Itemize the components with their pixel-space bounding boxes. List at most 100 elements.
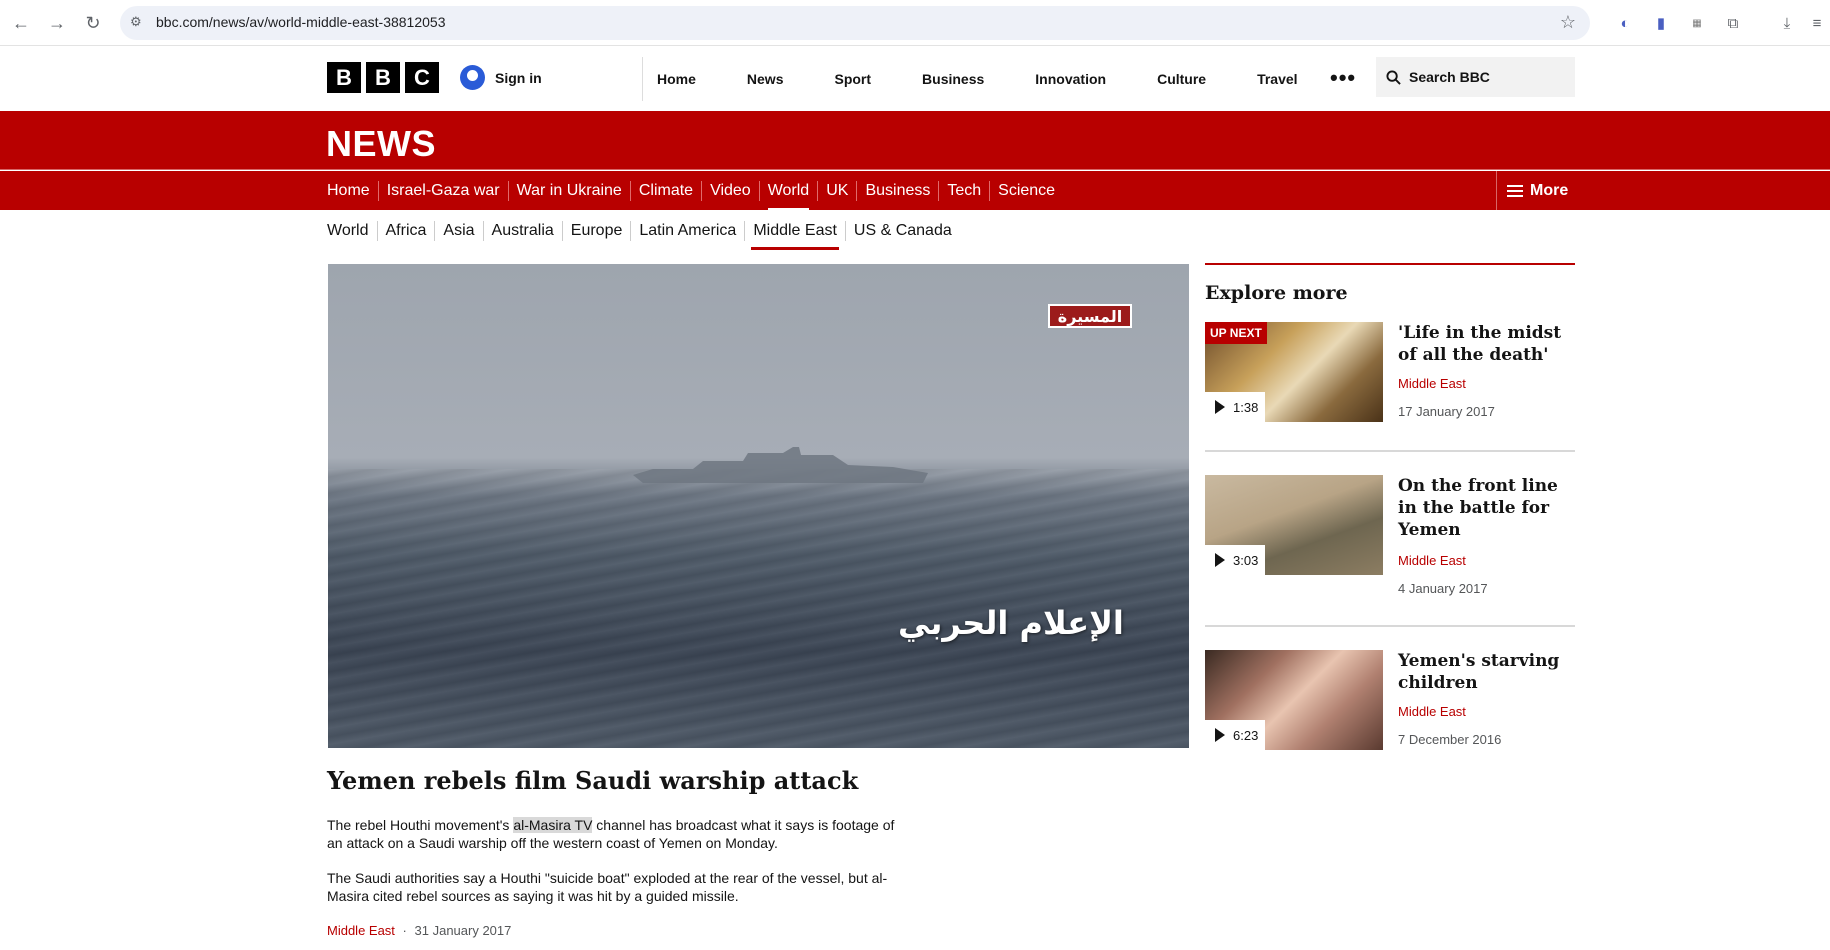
bbc-global-header: B B C Sign in Home News Sport Business I… bbox=[0, 47, 1830, 111]
article-headline: Yemen rebels film Saudi warship attack bbox=[327, 766, 859, 795]
card-divider bbox=[1205, 450, 1575, 452]
card-thumbnail[interactable]: UP NEXT 1:38 bbox=[1205, 322, 1383, 422]
search-icon bbox=[1386, 69, 1401, 85]
sub-nav-world[interactable]: World bbox=[327, 221, 377, 241]
sub-nav-australia[interactable]: Australia bbox=[482, 221, 562, 241]
news-more-button[interactable]: More bbox=[1496, 171, 1596, 210]
back-icon[interactable]: ← bbox=[8, 10, 34, 36]
explore-more-title: Explore more bbox=[1205, 282, 1348, 304]
forward-icon[interactable]: → bbox=[44, 10, 70, 36]
card-title[interactable]: Yemen's starving children bbox=[1398, 650, 1575, 694]
news-nav-business[interactable]: Business bbox=[856, 180, 938, 201]
duration-label: 1:38 bbox=[1233, 399, 1259, 415]
play-icon bbox=[1215, 553, 1225, 567]
card-date: 4 January 2017 bbox=[1398, 581, 1488, 596]
menu-icon[interactable]: ≡ bbox=[1804, 10, 1830, 36]
video-caption-overlay: الإعلام الحربي bbox=[898, 604, 1124, 642]
global-nav-sport[interactable]: Sport bbox=[834, 71, 871, 87]
bbc-logo-letter: B bbox=[366, 62, 400, 93]
card-divider bbox=[1205, 625, 1575, 627]
url-text[interactable]: bbc.com/news/av/world-middle-east-388120… bbox=[156, 14, 445, 30]
audio-extension-icon[interactable]: ▮ bbox=[1648, 10, 1674, 36]
news-more-label: More bbox=[1530, 181, 1569, 199]
para-text: The rebel Houthi movement's bbox=[327, 817, 514, 833]
article-paragraph-2: The Saudi authorities say a Houthi "suic… bbox=[327, 870, 888, 904]
up-next-badge: UP NEXT bbox=[1205, 322, 1267, 344]
play-icon bbox=[1215, 400, 1225, 414]
news-nav-video[interactable]: Video bbox=[701, 180, 759, 201]
extension-icon[interactable]: ▦ bbox=[1684, 10, 1710, 36]
reload-icon[interactable]: ↻ bbox=[80, 10, 106, 36]
browser-toolbar: ← → ↻ ⚙ bbc.com/news/av/world-middle-eas… bbox=[0, 0, 1830, 46]
sub-nav-middle-east[interactable]: Middle East bbox=[744, 221, 845, 250]
card-thumbnail[interactable]: 6:23 bbox=[1205, 650, 1383, 750]
duration-label: 6:23 bbox=[1233, 727, 1259, 743]
card-title[interactable]: 'Life in the midst of all the death' bbox=[1398, 322, 1575, 366]
sub-nav-us-canada[interactable]: US & Canada bbox=[844, 221, 960, 241]
duration-badge: 3:03 bbox=[1205, 545, 1265, 575]
sub-nav-asia[interactable]: Asia bbox=[434, 221, 482, 241]
news-nav: Home Israel-Gaza war War in Ukraine Clim… bbox=[0, 171, 1830, 212]
site-info-icon[interactable]: ⚙ bbox=[130, 14, 148, 32]
news-nav-uk[interactable]: UK bbox=[817, 180, 856, 201]
duration-badge: 1:38 bbox=[1205, 392, 1265, 422]
news-nav-science[interactable]: Science bbox=[989, 180, 1063, 201]
sub-nav-africa[interactable]: Africa bbox=[376, 221, 435, 241]
user-icon bbox=[460, 65, 485, 90]
download-icon[interactable]: ⤓ bbox=[1774, 10, 1800, 36]
explore-more-rule bbox=[1205, 263, 1575, 265]
article-paragraph-1: The rebel Houthi movement's al-Masira TV… bbox=[327, 816, 907, 852]
global-nav-travel[interactable]: Travel bbox=[1257, 71, 1297, 87]
global-nav-news[interactable]: News bbox=[747, 71, 784, 87]
global-nav: Home News Sport Business Innovation Cult… bbox=[642, 57, 1335, 101]
video-player[interactable]: المسيرة الإعلام الحربي bbox=[328, 264, 1189, 748]
card-tag-link[interactable]: Middle East bbox=[1398, 376, 1466, 391]
explore-card[interactable]: 3:03 On the front line in the battle for… bbox=[1205, 475, 1575, 596]
address-bar[interactable]: ⚙ bbc.com/news/av/world-middle-east-3881… bbox=[120, 6, 1590, 40]
global-nav-home[interactable]: Home bbox=[657, 71, 696, 87]
card-tag-link[interactable]: Middle East bbox=[1398, 553, 1466, 568]
hamburger-icon bbox=[1507, 184, 1523, 197]
card-title[interactable]: On the front line in the battle for Yeme… bbox=[1398, 475, 1575, 541]
sign-in-button[interactable]: Sign in bbox=[460, 65, 542, 90]
global-nav-culture[interactable]: Culture bbox=[1157, 71, 1206, 87]
warship-silhouette bbox=[633, 447, 928, 483]
duration-label: 3:03 bbox=[1233, 552, 1259, 568]
world-sub-nav: World Africa Asia Australia Europe Latin… bbox=[327, 216, 960, 250]
news-nav-home[interactable]: Home bbox=[327, 181, 378, 201]
news-nav-war-in-ukraine[interactable]: War in Ukraine bbox=[507, 180, 630, 201]
sub-nav-europe[interactable]: Europe bbox=[561, 221, 631, 241]
more-menu-icon[interactable]: ••• bbox=[1330, 65, 1356, 91]
highlighted-text: al-Masira TV bbox=[513, 817, 593, 833]
channel-watermark: المسيرة bbox=[1048, 304, 1132, 328]
news-nav-climate[interactable]: Climate bbox=[629, 180, 701, 201]
search-button[interactable]: Search BBC bbox=[1376, 57, 1575, 97]
card-date: 7 December 2016 bbox=[1398, 732, 1502, 747]
sub-nav-latin-america[interactable]: Latin America bbox=[630, 221, 744, 241]
article-meta: Middle East · 31 January 2017 bbox=[327, 923, 511, 938]
meta-separator: · bbox=[402, 923, 407, 938]
bbc-logo-letter: C bbox=[405, 62, 439, 93]
article-tag-link[interactable]: Middle East bbox=[327, 923, 395, 938]
bbc-logo[interactable]: B B C bbox=[327, 62, 439, 93]
card-tag-link[interactable]: Middle East bbox=[1398, 704, 1466, 719]
bbc-logo-letter: B bbox=[327, 62, 361, 93]
sign-in-label: Sign in bbox=[495, 69, 542, 86]
card-date: 17 January 2017 bbox=[1398, 404, 1495, 419]
news-logo[interactable]: NEWS bbox=[326, 123, 436, 165]
card-thumbnail[interactable]: 3:03 bbox=[1205, 475, 1383, 575]
article-date: 31 January 2017 bbox=[414, 923, 512, 938]
global-nav-business[interactable]: Business bbox=[922, 71, 984, 87]
play-icon bbox=[1215, 728, 1225, 742]
extensions-puzzle-icon[interactable]: ⧉ bbox=[1720, 10, 1746, 36]
duration-badge: 6:23 bbox=[1205, 720, 1265, 750]
news-nav-israel-gaza-war[interactable]: Israel-Gaza war bbox=[377, 180, 508, 201]
news-nav-tech[interactable]: Tech bbox=[938, 180, 989, 201]
extension-icon[interactable]: ◐ bbox=[1612, 10, 1638, 36]
news-banner: NEWS bbox=[0, 111, 1830, 170]
bookmark-star-icon[interactable]: ☆ bbox=[1560, 12, 1576, 33]
explore-card[interactable]: 6:23 Yemen's starving children Middle Ea… bbox=[1205, 650, 1575, 750]
news-nav-world[interactable]: World bbox=[758, 180, 818, 212]
explore-card[interactable]: UP NEXT 1:38 'Life in the midst of all t… bbox=[1205, 322, 1575, 422]
global-nav-innovation[interactable]: Innovation bbox=[1035, 71, 1106, 87]
